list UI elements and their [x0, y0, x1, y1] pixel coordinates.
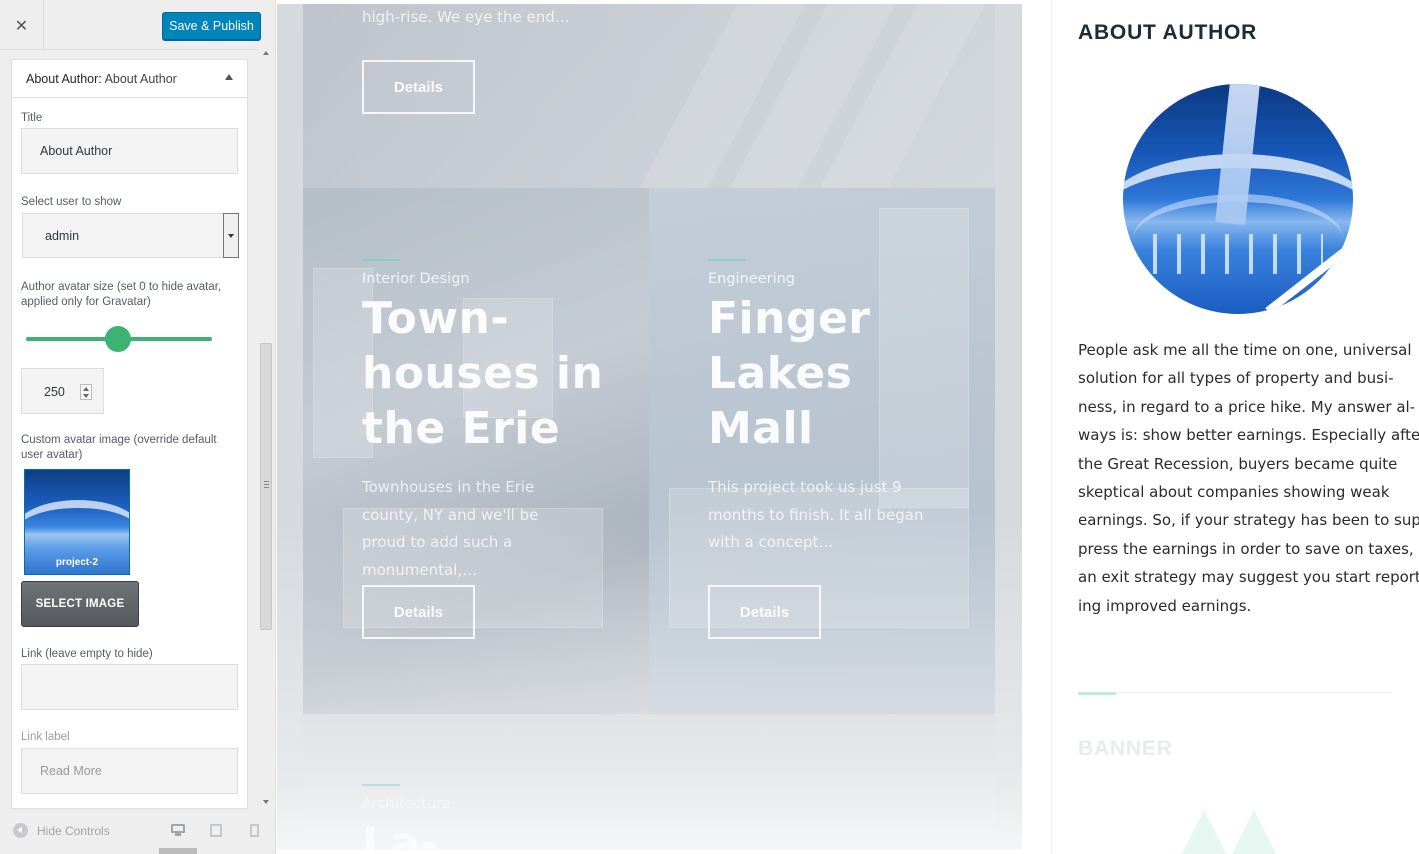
select-image-button[interactable]: SELECT IMAGE [21, 581, 139, 627]
bio-line: ness, in regard to a price hike. My answ… [1078, 397, 1416, 416]
customizer-header: ✕ Save & Publish [0, 0, 275, 50]
bio-line: earnings. So, if your strategy has been … [1078, 511, 1419, 530]
engineering-description: This project took us just 9 months to fi… [708, 478, 924, 551]
link-label-label: Link label [21, 731, 70, 743]
interior-details-button[interactable]: Details [362, 585, 475, 639]
top-tile-content: high-rise. We eye the end… [362, 4, 662, 32]
interior-title[interactable]: Town- houses in the Erie [362, 291, 603, 456]
title-line: Lakes [708, 348, 853, 399]
widget-divider-accent [1078, 692, 1116, 695]
banner-title: BANNER [1078, 737, 1173, 760]
site-preview: high-rise. We eye the end… Details Inter… [277, 0, 1419, 854]
author-avatar [1123, 84, 1353, 314]
user-select[interactable]: admin [22, 213, 239, 258]
sidebar-widgets: ABOUT AUTHOR People ask me all the time … [1051, 0, 1419, 854]
collapse-arrow-icon[interactable] [225, 74, 233, 80]
architecture-tile-content: Architecture La- [362, 784, 451, 850]
section-title-prefix: About Author: [26, 72, 102, 86]
chevron-down-icon[interactable] [223, 213, 239, 258]
panel-scrollbar[interactable] [258, 45, 274, 810]
title-line: Town- [362, 293, 510, 344]
title-label: Title [21, 112, 43, 124]
category-accent [362, 784, 400, 786]
engineering-title[interactable]: Finger Lakes Mall [708, 291, 871, 456]
bio-line: press the earnings in order to save on t… [1078, 539, 1414, 558]
title-line: the Erie [362, 403, 561, 454]
customizer-footer: Hide Controls [0, 812, 275, 854]
customizer-panel: ✕ Save & Publish About Author: About Aut… [0, 0, 276, 854]
link-label-input[interactable]: Read More [21, 748, 238, 794]
user-select-label: Select user to show [21, 196, 122, 208]
bio-line: an exit strategy may suggest you start r… [1078, 568, 1419, 587]
save-publish-button[interactable]: Save & Publish [162, 12, 261, 40]
scrollbar-thumb[interactable] [260, 343, 272, 630]
section-title-name: About Author [104, 72, 177, 86]
interior-tile-content: Interior Design Town- houses in the Erie [362, 259, 603, 456]
top-tile-details-button[interactable]: Details [362, 60, 475, 114]
engineering-category: Engineering [708, 271, 795, 287]
widget-divider [1078, 692, 1392, 693]
link-label: Link (leave empty to hide) [21, 648, 153, 660]
image-caption: project-2 [55, 557, 99, 568]
category-accent [708, 259, 746, 261]
section-header[interactable]: About Author: About Author [12, 60, 247, 98]
banner-logo [1182, 810, 1302, 854]
title-input[interactable]: About Author [21, 128, 238, 174]
bio-line: skeptical about companies showing weak [1078, 483, 1390, 502]
link-input[interactable] [21, 664, 238, 710]
avatar-size-value: 250 [44, 385, 65, 399]
interior-category: Interior Design [362, 271, 470, 287]
scroll-down-icon[interactable] [263, 800, 269, 804]
architecture-category: Architecture [362, 796, 451, 812]
close-icon[interactable]: ✕ [0, 0, 44, 50]
spinner-icon[interactable] [80, 384, 92, 400]
architecture-title[interactable]: La- [362, 816, 451, 850]
avatar-size-input[interactable]: 250 [21, 368, 104, 414]
category-accent [362, 259, 400, 261]
about-author-title: ABOUT AUTHOR [1078, 21, 1258, 44]
bio-line: the Great Recession, buyers became quite [1078, 454, 1398, 473]
scroll-up-icon[interactable] [263, 51, 269, 55]
avatar-size-label: Author avatar size (set 0 to hide avatar… [21, 281, 222, 308]
engineering-details-button[interactable]: Details [708, 585, 821, 639]
title-line: houses in [362, 348, 604, 399]
mobile-icon[interactable] [250, 824, 264, 837]
interior-description: Townhouses in the Erie county, NY and we… [362, 478, 539, 579]
hide-controls-button[interactable]: Hide Controls [13, 823, 110, 838]
active-device-indicator [159, 848, 197, 854]
desktop-icon[interactable] [171, 824, 185, 836]
tablet-icon[interactable] [210, 824, 224, 837]
section-title: About Author: About Author [26, 72, 177, 86]
top-tile-description: high-rise. We eye the end… [362, 8, 570, 26]
avatar-image-thumbnail[interactable]: project-2 [24, 469, 130, 575]
avatar-size-slider-thumb[interactable] [105, 326, 131, 352]
bio-line: solution for all types of property and b… [1078, 369, 1394, 388]
collapse-icon [13, 823, 28, 838]
title-line: Finger [708, 293, 871, 344]
engineering-tile-content: Engineering Finger Lakes Mall [708, 259, 871, 456]
portfolio-grid: high-rise. We eye the end… Details Inter… [277, 4, 1022, 850]
user-select-value: admin [45, 229, 80, 243]
author-bio: People ask me all the time on one, unive… [1078, 336, 1419, 620]
bio-line: People ask me all the time on one, unive… [1078, 341, 1412, 359]
widget-settings-panel: About Author: About Author Title About A… [11, 59, 248, 809]
bio-line: ing improved earnings. [1078, 596, 1252, 615]
custom-avatar-label: Custom avatar image (override default us… [21, 434, 217, 461]
bio-line: ways is: show better earnings. Especiall… [1078, 426, 1419, 445]
hide-controls-label: Hide Controls [37, 823, 110, 838]
title-line: Mall [708, 403, 814, 454]
